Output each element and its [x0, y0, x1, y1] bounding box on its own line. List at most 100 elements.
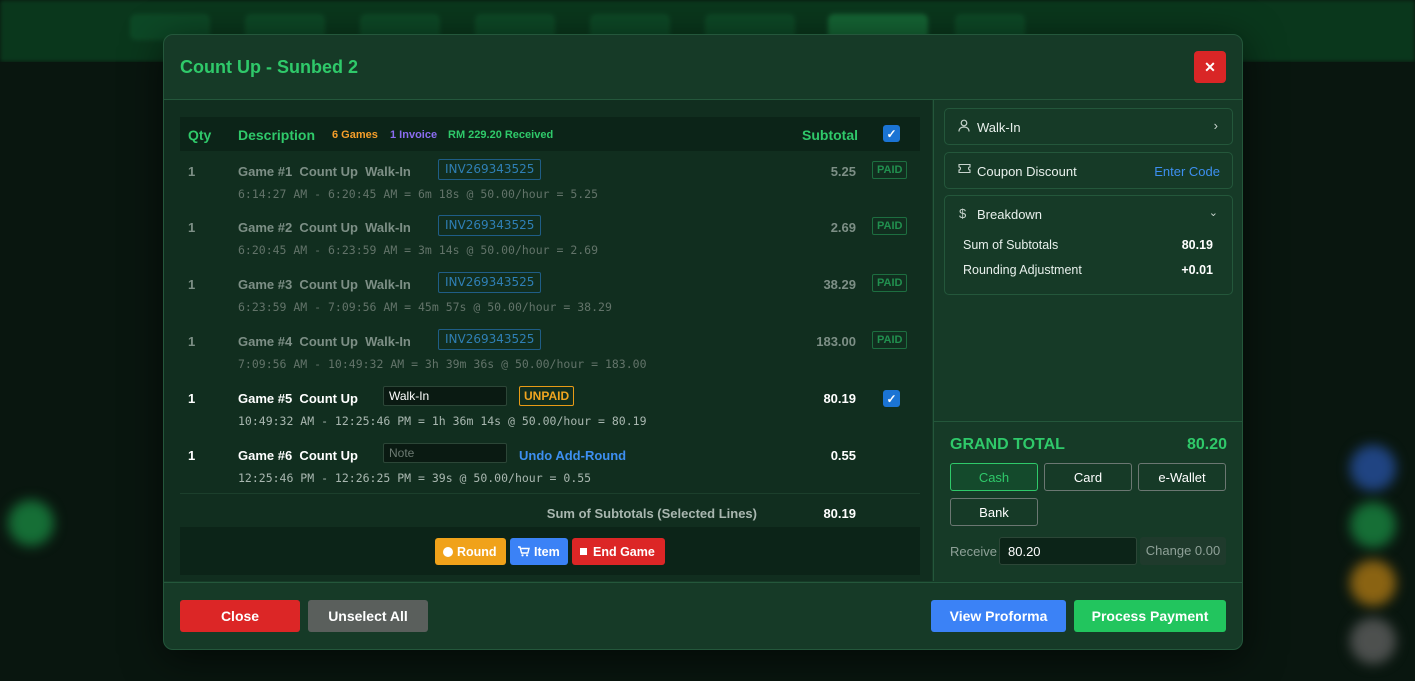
- selected-sum-label: Sum of Subtotals (Selected Lines): [546, 506, 757, 521]
- row-qty: 1: [188, 448, 196, 463]
- table-row: 1 Game #6 Count Up Undo Add-Round 0.55 1…: [180, 441, 920, 498]
- description-header: Description: [238, 127, 316, 143]
- divider: [934, 421, 1242, 422]
- row-time-detail: 7:09:56 AM - 10:49:32 AM = 3h 39m 36s @ …: [238, 357, 647, 371]
- row-game-name: Game #5 Count Up: [238, 391, 358, 406]
- payment-panel: Walk-In › Coupon Discount Enter Code $ B…: [933, 100, 1242, 581]
- table-row: 1 Game #2 Count Up Walk-In INV269343525 …: [180, 213, 920, 270]
- cart-icon: [518, 546, 530, 557]
- enter-code-link[interactable]: Enter Code: [1154, 164, 1220, 179]
- row-time-detail: 10:49:32 AM - 12:25:46 PM = 1h 36m 14s @…: [238, 414, 647, 428]
- customer-name: Walk-In: [977, 120, 1021, 135]
- check-icon: ✓: [886, 391, 897, 406]
- user-icon: [958, 119, 970, 132]
- payment-method-card[interactable]: Card: [1044, 463, 1132, 491]
- round-button-label: Round: [457, 544, 497, 559]
- coupon-label: Coupon Discount: [977, 164, 1077, 179]
- round-button[interactable]: Round: [435, 538, 506, 565]
- undo-add-round-link[interactable]: Undo Add-Round: [519, 448, 626, 463]
- circle-icon: [443, 546, 453, 557]
- invoice-link[interactable]: INV269343525: [438, 272, 542, 293]
- order-lines-panel: Qty Description 6 Games 1 Invoice RM 229…: [164, 100, 932, 581]
- row-subtotal: 5.25: [830, 164, 856, 179]
- row-game-name: Game #1 Count Up Walk-In: [238, 164, 411, 179]
- chevron-down-icon[interactable]: ⌄: [1209, 206, 1218, 219]
- modal-title: Count Up - Sunbed 2: [180, 57, 358, 77]
- breakdown-row-value: 80.19: [1181, 238, 1213, 252]
- change-display: Change 0.00: [1140, 537, 1226, 565]
- breakdown-row-label: Rounding Adjustment: [963, 263, 1082, 277]
- qty-header: Qty: [188, 127, 212, 143]
- row-time-detail: 6:20:45 AM - 6:23:59 AM = 3m 14s @ 50.00…: [238, 243, 599, 257]
- close-modal-button[interactable]: ✕: [1194, 51, 1226, 83]
- item-button[interactable]: Item: [510, 538, 568, 565]
- table-header: Qty Description 6 Games 1 Invoice RM 229…: [180, 117, 920, 151]
- row-time-detail: 12:25:46 PM - 12:26:25 PM = 39s @ 50.00/…: [238, 471, 592, 485]
- selected-sum-value: 80.19: [823, 506, 856, 521]
- grand-total-label: GRAND TOTAL: [950, 436, 1065, 453]
- games-count-badge: 6 Games: [332, 129, 378, 141]
- row-qty: 1: [188, 277, 196, 292]
- row-qty: 1: [188, 164, 196, 179]
- receive-amount-input[interactable]: [999, 537, 1137, 565]
- row-select-checkbox[interactable]: ✓: [883, 390, 900, 407]
- breakdown-label: Breakdown: [977, 207, 1043, 222]
- paid-badge: PAID: [872, 274, 908, 292]
- customer-name-input[interactable]: [383, 386, 507, 406]
- paid-badge: PAID: [872, 161, 908, 179]
- breakdown-row: Rounding Adjustment +0.01: [963, 263, 1213, 277]
- row-game-name: Game #6 Count Up: [238, 448, 358, 463]
- row-qty: 1: [188, 220, 196, 235]
- unselect-all-button[interactable]: Unselect All: [308, 600, 428, 632]
- process-payment-button[interactable]: Process Payment: [1074, 600, 1226, 632]
- paid-badge: PAID: [872, 331, 908, 349]
- row-subtotal: 0.55: [830, 448, 856, 463]
- close-icon: ✕: [1204, 58, 1216, 75]
- invoice-link[interactable]: INV269343525: [438, 215, 542, 236]
- view-proforma-button[interactable]: View Proforma: [931, 600, 1066, 632]
- chevron-right-icon: ›: [1213, 118, 1218, 133]
- paid-badge: PAID: [872, 217, 908, 235]
- breakdown-row: Sum of Subtotals 80.19: [963, 238, 1213, 252]
- payment-method-ewallet[interactable]: e-Wallet: [1138, 463, 1226, 491]
- invoice-link[interactable]: INV269343525: [438, 329, 542, 350]
- row-qty: 1: [188, 391, 196, 406]
- grand-total-value: 80.20: [1186, 436, 1227, 453]
- received-amount-badge: RM 229.20 Received: [448, 129, 554, 141]
- table-row: 1 Game #1 Count Up Walk-In INV269343525 …: [180, 157, 920, 214]
- modal-header: Count Up - Sunbed 2 ✕: [164, 35, 1242, 100]
- subtotal-header: Subtotal: [802, 127, 858, 143]
- row-game-name: Game #2 Count Up Walk-In: [238, 220, 411, 235]
- row-subtotal: 80.19: [823, 391, 856, 406]
- end-game-button[interactable]: End Game: [572, 538, 665, 565]
- row-game-name: Game #3 Count Up Walk-In: [238, 277, 411, 292]
- breakdown-row-label: Sum of Subtotals: [963, 238, 1059, 252]
- row-game-name: Game #4 Count Up Walk-In: [238, 334, 411, 349]
- row-subtotal: 38.29: [823, 277, 856, 292]
- item-button-label: Item: [534, 544, 560, 559]
- end-game-button-label: End Game: [593, 544, 655, 559]
- stop-icon: [580, 548, 587, 555]
- payment-method-cash[interactable]: Cash: [950, 463, 1038, 491]
- invoice-count-badge: 1 Invoice: [390, 129, 438, 141]
- note-input[interactable]: [383, 443, 507, 463]
- close-button[interactable]: Close: [180, 600, 300, 632]
- customer-selector[interactable]: Walk-In ›: [944, 108, 1233, 145]
- select-all-checkbox[interactable]: ✓: [883, 125, 900, 142]
- payment-method-bank[interactable]: Bank: [950, 498, 1038, 526]
- count-up-modal: Count Up - Sunbed 2 ✕ Qty Description 6 …: [163, 34, 1243, 650]
- invoice-link[interactable]: INV269343525: [438, 159, 542, 180]
- row-subtotal: 2.69: [830, 220, 856, 235]
- table-row: 1 Game #3 Count Up Walk-In INV269343525 …: [180, 270, 920, 327]
- action-bar: Round Item End Game: [180, 527, 920, 575]
- breakdown-row-value: +0.01: [1181, 263, 1213, 277]
- receive-label: Receive: [950, 544, 997, 559]
- row-qty: 1: [188, 334, 196, 349]
- unpaid-badge: UNPAID: [519, 386, 575, 406]
- table-row: 1 Game #4 Count Up Walk-In INV269343525 …: [180, 327, 920, 384]
- breakdown-card: $ Breakdown ⌄ Sum of Subtotals 80.19 Rou…: [944, 195, 1233, 295]
- table-row: 1 Game #5 Count Up UNPAID 80.19 ✓ 10:49:…: [180, 384, 920, 441]
- check-icon: ✓: [886, 126, 897, 141]
- row-time-detail: 6:23:59 AM - 7:09:56 AM = 45m 57s @ 50.0…: [238, 300, 612, 314]
- modal-footer: Close Unselect All View Proforma Process…: [164, 582, 1242, 649]
